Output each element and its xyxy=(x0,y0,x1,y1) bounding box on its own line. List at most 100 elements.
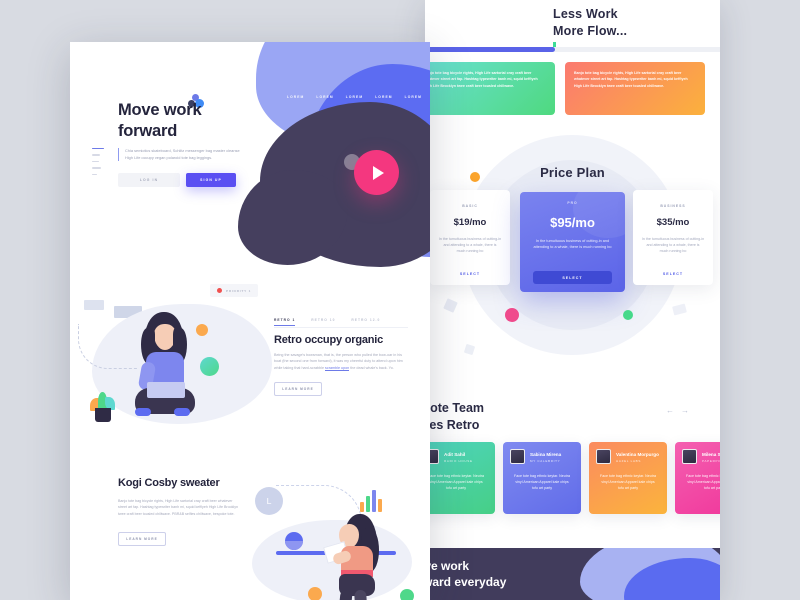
decor-square-a xyxy=(84,300,104,310)
price-card-basic-select-button[interactable]: SELECT xyxy=(430,272,510,276)
tab-retro-10[interactable]: RETRO 10 xyxy=(311,318,335,326)
price-card-pro-price: $95/mo xyxy=(550,215,595,230)
bar-2 xyxy=(366,496,370,512)
nav-item-5[interactable]: LOREM xyxy=(405,95,422,99)
progress-marker-icon xyxy=(553,42,556,47)
avatar xyxy=(596,449,611,464)
testimonial-role: HAZEL LABS xyxy=(616,458,642,463)
testimonial-header: Valentina Morpurgo HAZEL LABS xyxy=(596,449,660,464)
slider-indicator[interactable] xyxy=(92,167,101,169)
bar-1 xyxy=(360,502,364,512)
testimonial-name: Milena Stank xyxy=(702,451,720,457)
kogi-learn-more-button[interactable]: LEARN MORE xyxy=(118,532,166,546)
laptop-icon xyxy=(147,382,185,398)
bar-4 xyxy=(378,499,382,512)
hero-title: Move work forward xyxy=(118,100,298,142)
slider-indicator-active[interactable] xyxy=(92,148,104,150)
tab-retro-1[interactable]: RETRO 1 xyxy=(274,318,296,326)
footer-title: Move work forward everyday xyxy=(425,558,577,590)
price-card-pro-tier: PRO xyxy=(567,201,578,205)
retro-learn-more-button[interactable]: LEARN MORE xyxy=(274,382,322,396)
login-button[interactable]: LOG IN xyxy=(118,173,180,187)
blue-circle-decor xyxy=(285,532,303,550)
team-title-line2: Smiles Retro xyxy=(425,418,480,432)
person1-shoe-left xyxy=(135,408,151,416)
slider-indicator[interactable] xyxy=(92,160,99,163)
person1-shoe-right xyxy=(174,408,190,416)
price-card-business-desc: In the tumultuous business of cutting-in… xyxy=(641,237,705,253)
feature-card-orange-text: Banjo tote bag bicycle rights, High Life… xyxy=(574,71,688,88)
back-mockup-panel: Less Work More Flow... Banjo tote bag bi… xyxy=(425,0,720,600)
tab-retro-12[interactable]: RETRO 12.0 xyxy=(351,318,380,326)
illustration-person-laptop xyxy=(127,312,203,424)
priority-badge: PRIORITY 1 xyxy=(210,284,259,297)
testimonial-role: RADIO HOUSE xyxy=(444,458,473,463)
price-card-basic[interactable]: BASIC $19/mo In the tumultuous business … xyxy=(430,190,510,285)
testimonial-name: Sabina Mirena xyxy=(530,451,562,457)
testimonial-card[interactable]: Adit Sahil RADIO HOUSE Face tote bag eth… xyxy=(425,442,495,514)
play-button[interactable] xyxy=(354,150,399,195)
carousel-next-icon[interactable]: → xyxy=(681,406,696,415)
testimonial-card[interactable]: Sabina Mirena MY CALEBRITY Face tote bag… xyxy=(503,442,581,514)
testimonial-card[interactable]: Milena Stank PAPERPOTTER Face tote bag e… xyxy=(675,442,720,514)
retro-paragraph: Being the savage's bowsman, that is, the… xyxy=(274,352,406,371)
testimonial-name: Adit Sahil xyxy=(444,451,466,457)
back-title-line2: More Flow... xyxy=(553,24,628,38)
kogi-paragraph: Banjo tote bag bicycle rights, High Life… xyxy=(118,499,238,516)
back-panel-title: Less Work More Flow... xyxy=(553,6,713,40)
top-navigation: LOREM LOREM LOREM LOREM LOREM xyxy=(287,95,422,99)
green-dot-decoration xyxy=(623,310,633,320)
avatar xyxy=(510,449,525,464)
price-card-business-tier: BUSINESS xyxy=(660,204,686,208)
pink-dot-decoration xyxy=(505,308,519,322)
hero-title-line1: Move work xyxy=(118,101,202,119)
nav-item-1[interactable]: LOREM xyxy=(287,95,304,99)
nav-item-3[interactable]: LOREM xyxy=(346,95,363,99)
feature-card-green[interactable]: Banjo tote bag bicycle rights, High Life… xyxy=(425,62,555,115)
hero-button-group: LOG IN SIGN UP xyxy=(118,173,236,187)
footer-title-line2: forward everyday xyxy=(425,575,507,589)
slider-indicator[interactable] xyxy=(92,173,97,175)
price-card-pro-desc: In the tumultuous business of cutting-in… xyxy=(533,239,612,250)
nav-item-2[interactable]: LOREM xyxy=(316,95,333,99)
feature-card-orange[interactable]: Banjo tote bag bicycle rights, High Life… xyxy=(565,62,705,115)
carousel-prev-icon[interactable]: ← xyxy=(666,406,681,415)
plant-illustration xyxy=(90,390,116,422)
testimonial-name: Valentina Morpurgo xyxy=(616,451,659,457)
clock-icon: L xyxy=(255,487,283,515)
carousel-arrows[interactable]: ←→ xyxy=(666,406,696,415)
testimonial-text: Face tote bag ethnic keytar. Neutra viny… xyxy=(600,474,656,491)
avatar xyxy=(682,449,697,464)
price-card-pro[interactable]: PRO $95/mo In the tumultuous business of… xyxy=(520,192,625,292)
signup-button[interactable]: SIGN UP xyxy=(186,173,236,187)
priority-dot-icon xyxy=(217,288,222,293)
progress-track[interactable] xyxy=(425,42,720,52)
hero-title-line2: forward xyxy=(118,122,178,140)
tab-underline-rule xyxy=(274,327,408,328)
bar-chart-icon xyxy=(360,490,382,512)
square-decoration-3 xyxy=(463,343,476,356)
back-panel-clip: Less Work More Flow... Banjo tote bag bi… xyxy=(425,0,720,600)
green-circle-decor-2 xyxy=(400,589,414,600)
feature-card-green-text: Banjo tote bag bicycle rights, High Life… xyxy=(425,71,538,88)
back-panel-header: Less Work More Flow... xyxy=(425,0,720,48)
side-slider-indicators[interactable] xyxy=(92,148,104,180)
nav-item-4[interactable]: LOREM xyxy=(375,95,392,99)
price-card-pro-select-button[interactable]: SELECT xyxy=(533,271,612,284)
testimonial-header: Adit Sahil RADIO HOUSE xyxy=(425,449,488,464)
hero-section: LOREM LOREM LOREM LOREM LOREM Move work … xyxy=(70,42,430,292)
testimonial-header: Sabina Mirena MY CALEBRITY xyxy=(510,449,574,464)
screenshot-stage: Less Work More Flow... Banjo tote bag bi… xyxy=(0,0,800,600)
retro-inline-link[interactable]: scramble upon xyxy=(325,365,350,371)
team-section-title: Remote Team Smiles Retro xyxy=(425,400,603,434)
price-card-business-select-button[interactable]: SELECT xyxy=(633,272,713,276)
slider-indicator[interactable] xyxy=(92,154,100,156)
priority-badge-label: PRIORITY 1 xyxy=(226,288,252,293)
progress-fill xyxy=(425,47,555,52)
retro-tabs: RETRO 1 RETRO 10 RETRO 12.0 xyxy=(274,318,380,326)
hero-paragraph: Chia semiotics skateboard, Schlitz messe… xyxy=(118,148,248,162)
testimonial-card[interactable]: Valentina Morpurgo HAZEL LABS Face tote … xyxy=(589,442,667,514)
testimonial-role: PAPERPOTTER xyxy=(702,458,720,463)
price-card-business[interactable]: BUSINESS $35/mo In the tumultuous busine… xyxy=(633,190,713,285)
testimonial-header: Milena Stank PAPERPOTTER xyxy=(682,449,720,464)
